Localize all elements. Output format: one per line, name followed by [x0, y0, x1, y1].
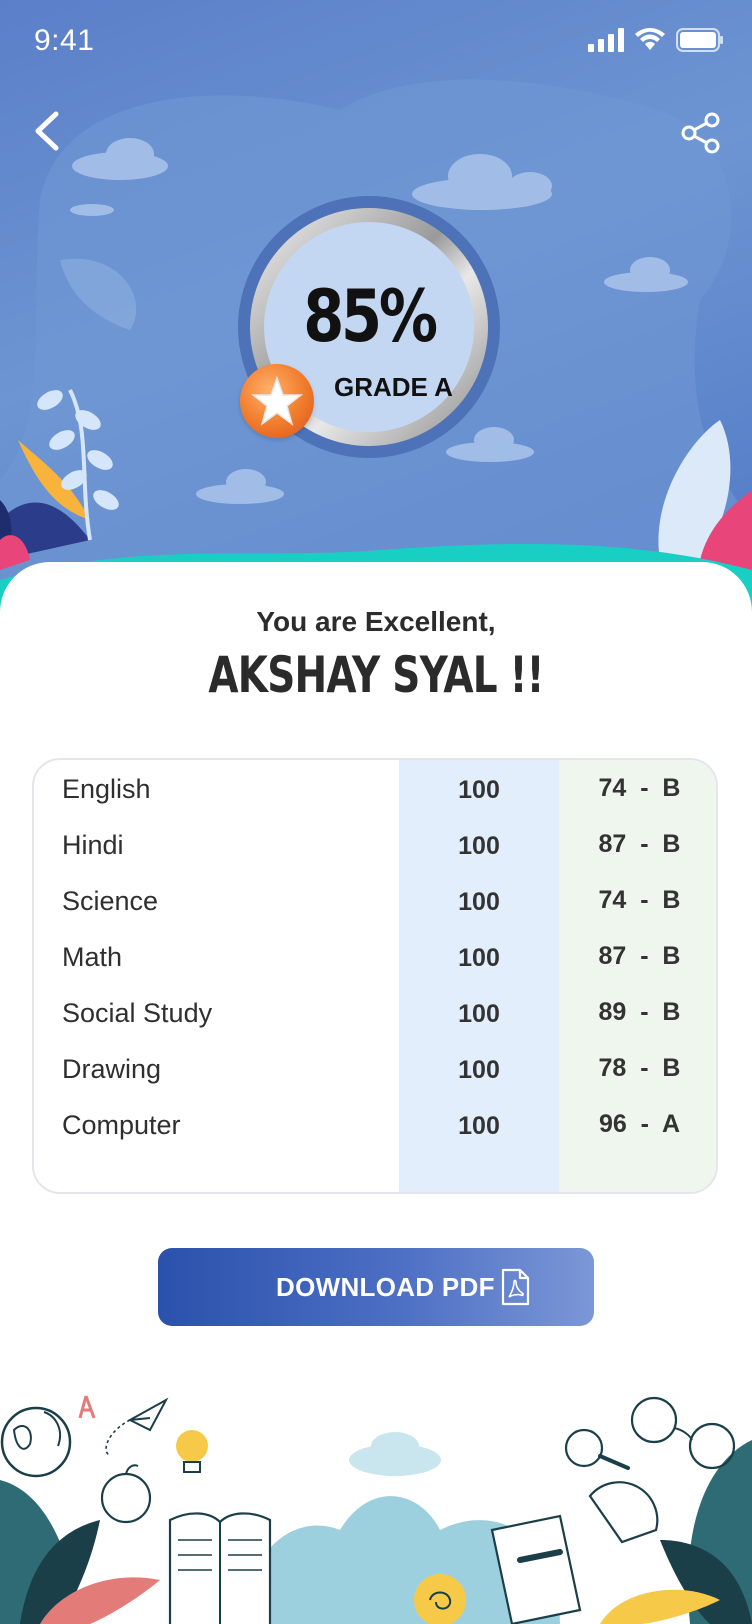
table-row: Computer 100 96 - A	[34, 1096, 716, 1152]
table-row: Hindi 100 87 - B	[34, 816, 716, 872]
table-row: Math 100 87 - B	[34, 928, 716, 984]
download-pdf-label: DOWNLOAD PDF	[276, 1272, 495, 1302]
greeting-text: You are Excellent,	[256, 606, 496, 637]
status-icons	[588, 28, 724, 52]
obtained-marks: 87 - B	[598, 830, 681, 858]
obtained-marks: 87 - B	[598, 942, 681, 970]
obtained-marks: 89 - B	[598, 998, 681, 1026]
subject-name: Computer	[62, 1110, 181, 1140]
table-row: Science 100 74 - B	[34, 872, 716, 928]
share-icon	[681, 112, 720, 154]
download-pdf-button[interactable]: DOWNLOAD PDF	[158, 1248, 594, 1326]
table-row: Social Study 100 89 - B	[34, 984, 716, 1040]
total-marks: 100	[458, 1056, 500, 1084]
subject-name: Hindi	[62, 830, 124, 860]
obtained-marks: 78 - B	[598, 1054, 681, 1082]
score-percentage: 85%	[303, 274, 438, 358]
signal-icon	[588, 28, 624, 52]
subject-name: Social Study	[62, 998, 213, 1028]
obtained-marks: 96 - A	[598, 1110, 681, 1138]
student-name: AKSHAY SYAL !!	[208, 646, 544, 704]
star-icon	[250, 375, 304, 426]
marks-table: English 100 74 - B Hindi 100 87 - B Scie…	[32, 758, 718, 1194]
footer-illustration	[0, 1395, 752, 1624]
chevron-left-icon	[35, 111, 59, 151]
status-bar: 9:41	[0, 0, 752, 84]
back-button[interactable]	[28, 108, 68, 154]
total-marks: 100	[458, 832, 500, 860]
share-button[interactable]	[680, 112, 722, 154]
wifi-icon	[635, 28, 665, 50]
subject-name: Math	[62, 942, 123, 972]
obtained-marks: 74 - B	[598, 774, 681, 802]
table-row: English 100 74 - B	[34, 760, 716, 816]
total-marks: 100	[458, 888, 500, 916]
obtained-marks: 74 - B	[598, 886, 681, 914]
subject-name: Science	[62, 886, 159, 916]
total-marks: 100	[458, 944, 500, 972]
pdf-file-icon	[501, 1268, 530, 1306]
battery-icon	[676, 28, 723, 52]
status-time: 9:41	[34, 24, 95, 57]
total-marks: 100	[458, 776, 500, 804]
star-badge	[240, 364, 314, 438]
subject-name: English	[62, 774, 151, 804]
total-marks: 100	[458, 1112, 500, 1140]
subject-name: Drawing	[62, 1054, 162, 1084]
table-row: Drawing 100 78 - B	[34, 1040, 716, 1096]
score-grade: GRADE A	[334, 372, 453, 402]
total-marks: 100	[458, 1000, 500, 1028]
